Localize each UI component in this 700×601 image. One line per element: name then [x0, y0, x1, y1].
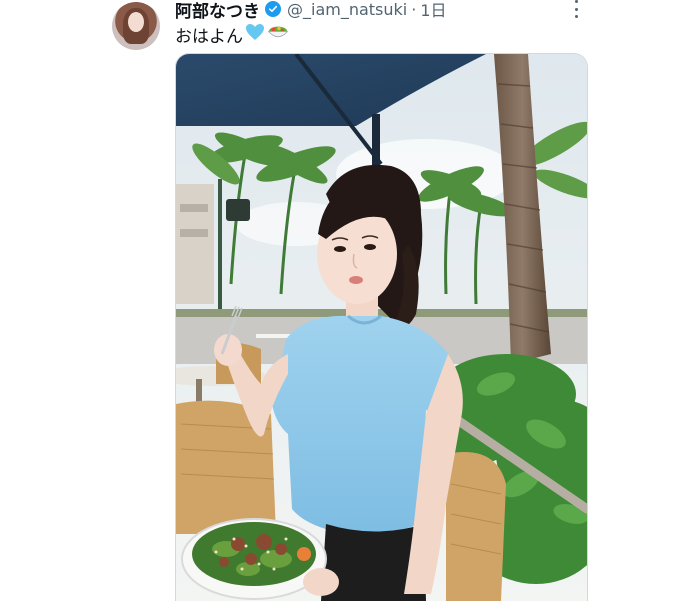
avatar-face	[128, 12, 144, 32]
photo-illustration	[176, 54, 587, 601]
tweet: 阿部なつき @_iam_natsuki · 1日 おはよん	[0, 0, 700, 601]
avatar[interactable]	[112, 2, 160, 50]
tweet-photo[interactable]	[175, 53, 588, 601]
tweet-text: おはよん	[175, 26, 243, 47]
timestamp[interactable]: 1日	[420, 0, 446, 21]
more-dots-icon[interactable]	[570, 0, 582, 18]
handle[interactable]: @_iam_natsuki	[287, 0, 407, 19]
verified-badge-icon	[265, 1, 281, 17]
display-name[interactable]: 阿部なつき	[175, 0, 260, 22]
light-blue-heart-emoji	[245, 23, 265, 46]
meta-separator: ·	[411, 0, 417, 19]
tweet-text-row: おはよん	[175, 22, 289, 47]
tweet-header: 阿部なつき @_iam_natsuki · 1日	[175, 0, 447, 22]
salad-bowl-emoji	[267, 22, 289, 47]
